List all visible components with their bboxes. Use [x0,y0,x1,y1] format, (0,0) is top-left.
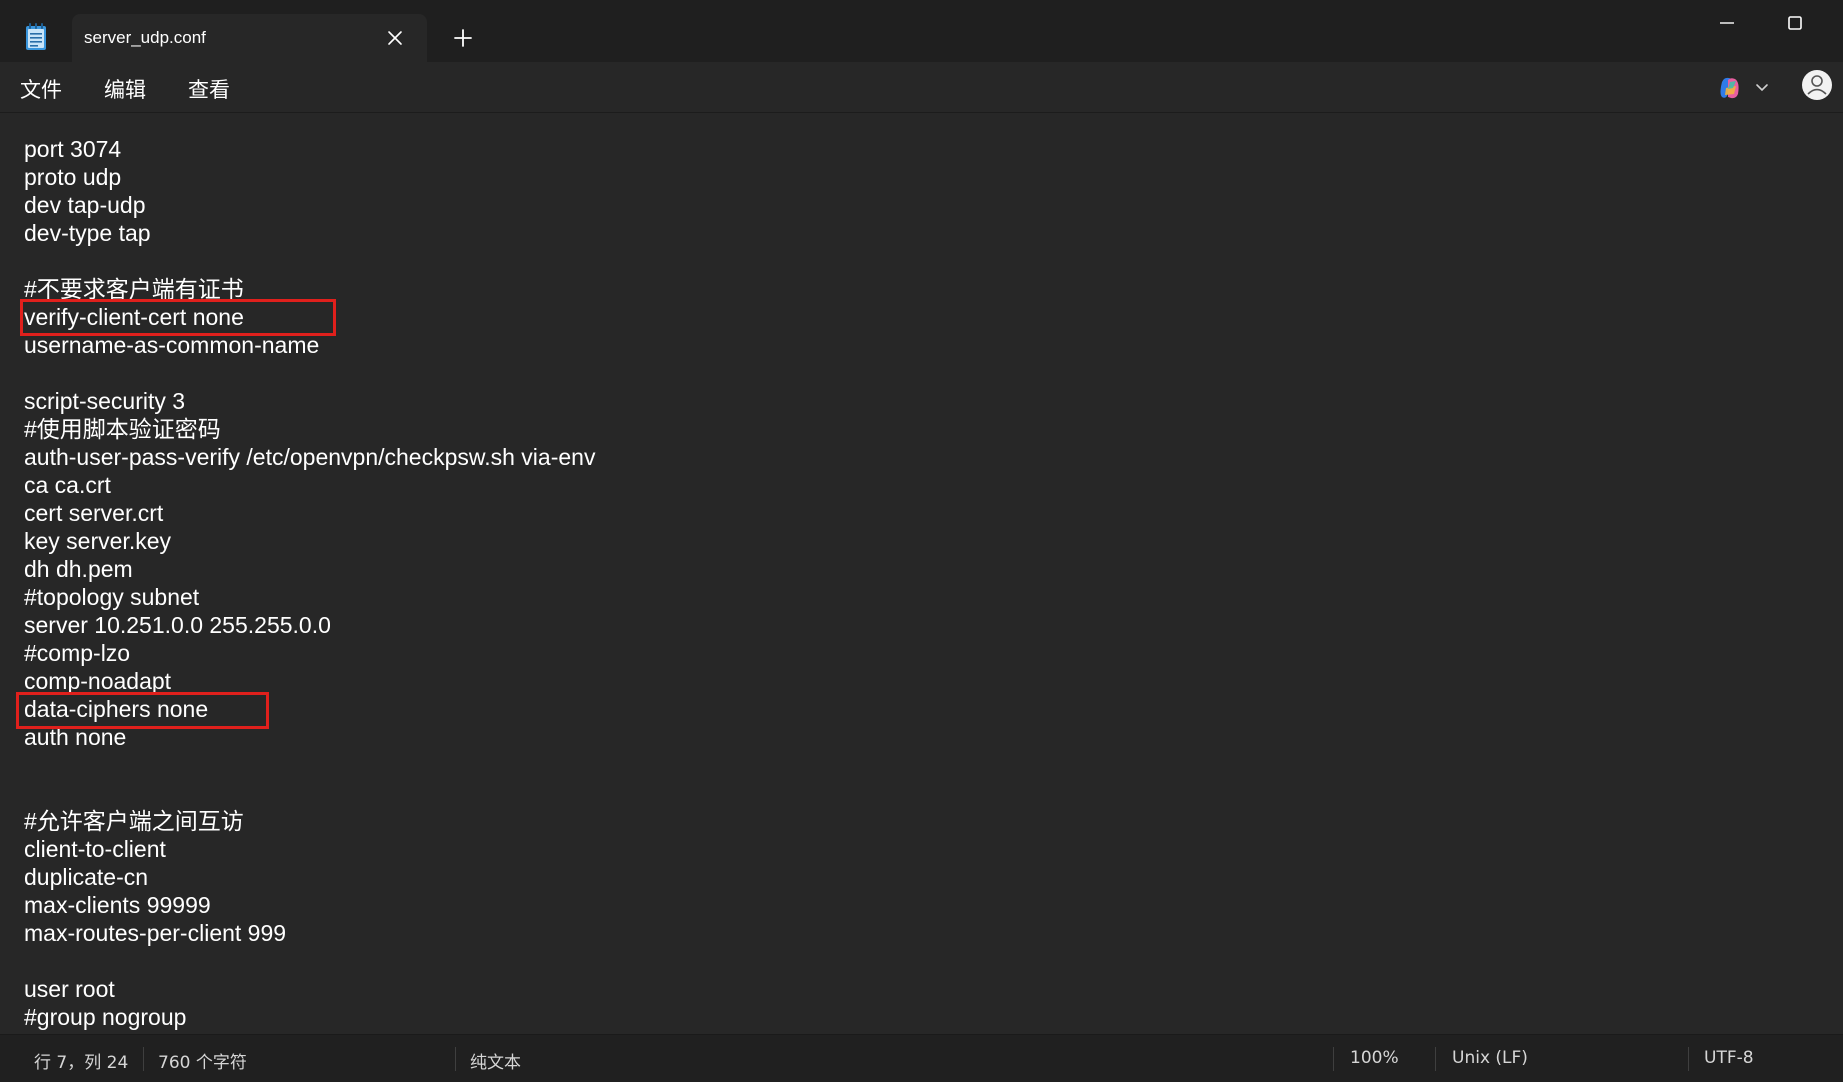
menu-file[interactable]: 文件 [20,74,62,104]
editor-line[interactable]: max-routes-per-client 999 [24,919,595,947]
menu-edit[interactable]: 编辑 [104,74,146,104]
text-editor[interactable]: port 3074 proto udp dev tap-udp dev-type ta… [0,113,1843,1034]
editor-line[interactable]: port 3074 [24,135,595,163]
editor-line[interactable]: dh dh.pem [24,555,595,583]
status-line-ending[interactable]: Unix (LF) [1452,1048,1528,1068]
status-divider [455,1047,456,1071]
copilot-icon[interactable] [1716,74,1744,102]
notepad-icon [26,23,46,50]
minimize-icon[interactable] [1716,12,1738,34]
editor-line[interactable] [24,779,595,807]
editor-line[interactable]: #允许客户端之间互访 [24,807,595,835]
editor-line[interactable]: key server.key [24,527,595,555]
editor-line[interactable] [24,751,595,779]
editor-line[interactable] [24,947,595,975]
status-format[interactable]: 纯文本 [470,1048,521,1073]
editor-line[interactable]: #comp-lzo [24,639,595,667]
highlight-box-verify-client-cert [20,299,336,336]
chevron-down-icon[interactable] [1754,79,1770,95]
editor-line[interactable]: server 10.251.0.0 255.255.0.0 [24,611,595,639]
highlight-box-data-ciphers [16,692,269,729]
editor-line[interactable]: #topology subnet [24,583,595,611]
avatar-icon[interactable] [1801,69,1833,101]
tab-server-udp-conf[interactable]: server_udp.conf [72,14,427,62]
status-divider [1435,1047,1436,1071]
editor-line[interactable]: client-to-client [24,835,595,863]
editor-line[interactable] [24,247,595,275]
status-zoom[interactable]: 100% [1350,1048,1399,1068]
editor-line[interactable]: #group nogroup [24,1003,595,1031]
status-cursor-position[interactable]: 行 7，列 24 [34,1048,128,1073]
editor-line[interactable]: script-security 3 [24,387,595,415]
editor-line[interactable]: dev tap-udp [24,191,595,219]
editor-line[interactable] [24,359,595,387]
status-encoding[interactable]: UTF-8 [1704,1048,1754,1068]
title-bar: server_udp.conf [0,0,1843,62]
status-divider [1333,1047,1334,1071]
editor-line[interactable]: proto udp [24,163,595,191]
status-bar: 行 7，列 24 760 个字符 纯文本 100% Unix (LF) UTF-… [0,1034,1843,1082]
close-icon[interactable] [384,27,406,49]
editor-line[interactable]: comp-noadapt [24,667,595,695]
maximize-icon[interactable] [1784,12,1806,34]
editor-line[interactable]: user root [24,975,595,1003]
plus-icon[interactable] [452,27,474,49]
editor-line[interactable]: #使用脚本验证密码 [24,415,595,443]
editor-line[interactable]: cert server.crt [24,499,595,527]
menu-bar: 文件 编辑 查看 [0,62,1843,113]
notepad-window: server_udp.conf 文件 编辑 查看 port 3074 proto… [0,0,1843,1082]
menu-view[interactable]: 查看 [188,74,230,104]
status-char-count: 760 个字符 [158,1053,247,1073]
status-divider [1688,1047,1689,1071]
editor-line[interactable]: dev-type tap [24,219,595,247]
editor-line[interactable]: ca ca.crt [24,471,595,499]
editor-line[interactable]: max-clients 99999 [24,891,595,919]
editor-content[interactable]: port 3074 proto udp dev tap-udp dev-type ta… [24,135,595,1031]
status-divider [143,1047,144,1071]
editor-line[interactable]: duplicate-cn [24,863,595,891]
tab-title: server_udp.conf [84,28,206,47]
editor-line[interactable]: auth-user-pass-verify /etc/openvpn/check… [24,443,595,471]
